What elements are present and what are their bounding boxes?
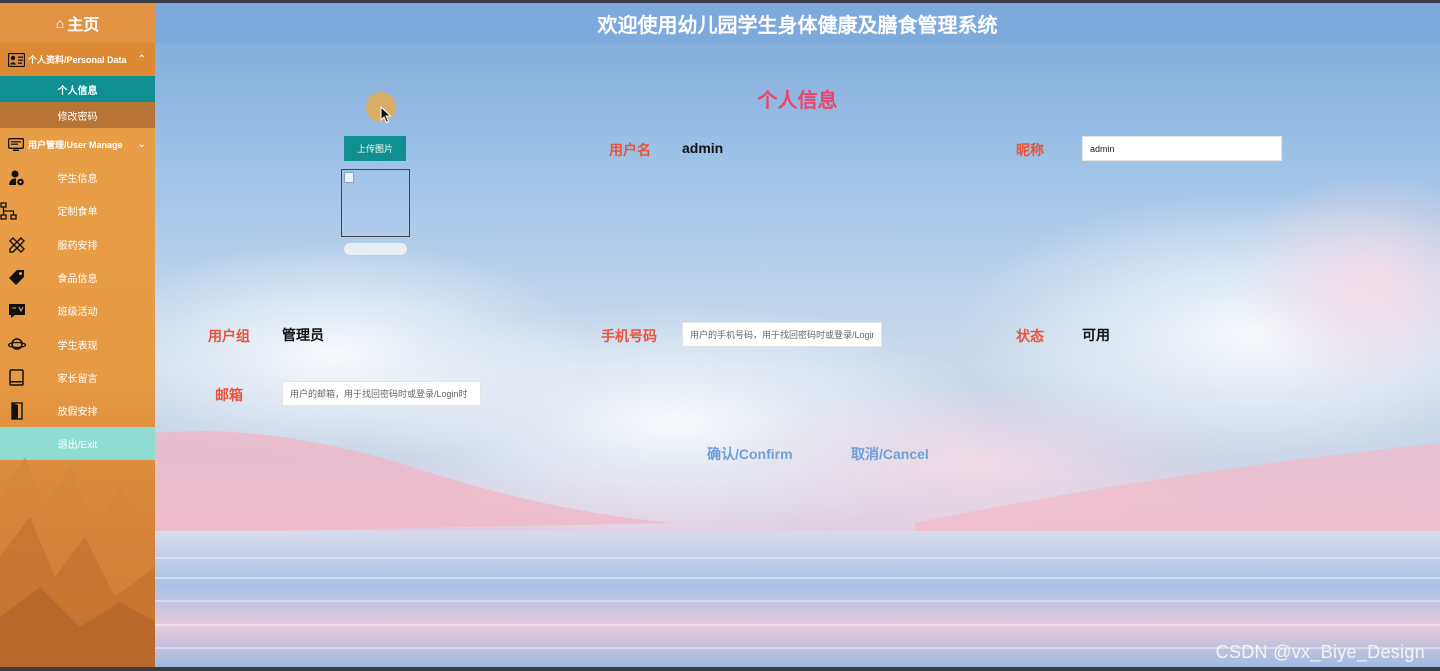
app-title: 欢迎使用幼儿园学生身体健康及膳食管理系统 xyxy=(597,14,998,37)
home-link[interactable]: ⌂ 主页 xyxy=(0,3,155,43)
planet-icon xyxy=(8,338,26,351)
mouse-cursor-icon xyxy=(380,106,392,124)
menu-user-manage[interactable]: 用户管理/User Manage ⌄ xyxy=(0,128,155,161)
sidebar-item-custom-menu[interactable]: 定制食单 xyxy=(0,194,155,227)
id-card-icon xyxy=(8,52,26,68)
bottom-border xyxy=(0,667,1440,671)
status-label: 状态 xyxy=(1016,328,1044,344)
email-input[interactable] xyxy=(282,381,481,406)
cancel-button[interactable]: 取消/Cancel xyxy=(851,444,929,464)
sitemap-icon xyxy=(0,202,17,220)
nickname-input[interactable] xyxy=(1082,136,1282,161)
chevron-up-icon: ⌃ xyxy=(137,54,146,65)
sidebar: ⌂ 主页 个人资料/Personal Data ⌃ 个人信息 修改密码 用户管理… xyxy=(0,3,155,667)
avatar-preview xyxy=(341,169,410,237)
sidebar-item-holiday[interactable]: 放假安排 xyxy=(0,394,155,427)
status-value: 可用 xyxy=(1082,327,1110,343)
confirm-button[interactable]: 确认/Confirm xyxy=(707,444,793,464)
phone-label: 手机号码 xyxy=(601,328,657,344)
sidebar-item-label: 修改密码 xyxy=(57,111,98,123)
sidebar-item-change-password[interactable]: 修改密码 xyxy=(0,102,155,128)
app-header: 欢迎使用幼儿园学生身体健康及膳食管理系统 xyxy=(155,3,1440,43)
sidebar-item-parent-message[interactable]: 家长留言 xyxy=(0,361,155,394)
menu-personal-data-label: 个人资料/Personal Data xyxy=(28,55,127,65)
tag-icon xyxy=(9,269,24,285)
chevron-down-icon: ⌄ xyxy=(137,139,146,150)
username-value: admin xyxy=(682,140,724,156)
monitor-icon xyxy=(8,137,26,153)
user-group-value: 管理员 xyxy=(282,327,324,343)
user-gear-icon xyxy=(9,170,24,186)
sidebar-mountain-decoration xyxy=(0,457,155,667)
watermark: CSDN @vx_Biye_Design xyxy=(1215,642,1425,662)
door-icon xyxy=(11,402,23,420)
pencil-ruler-icon xyxy=(9,236,25,253)
page-title: 个人信息 xyxy=(757,90,838,112)
menu-personal-data[interactable]: 个人资料/Personal Data ⌃ xyxy=(0,43,155,76)
broken-image-icon xyxy=(344,172,354,183)
email-label: 邮箱 xyxy=(215,387,243,403)
username-label: 用户名 xyxy=(609,142,651,158)
main-content: 欢迎使用幼儿园学生身体健康及膳食管理系统 个人信息 上传图片 用户名 admin… xyxy=(155,3,1440,667)
home-icon: ⌂ xyxy=(55,15,65,31)
avatar-progress-bar xyxy=(344,243,407,255)
sidebar-item-personal-info[interactable]: 个人信息 xyxy=(0,76,155,102)
sidebar-item-student-info[interactable]: 学生信息 xyxy=(0,161,155,194)
nickname-label: 昵称 xyxy=(1016,142,1044,158)
sidebar-item-label: 个人信息 xyxy=(57,85,98,97)
sidebar-item-food-info[interactable]: 食品信息 xyxy=(0,261,155,294)
sidebar-item-class-activity[interactable]: 班级活动 xyxy=(0,294,155,327)
book-icon xyxy=(9,369,24,386)
chat-icon xyxy=(9,304,25,319)
sidebar-item-student-performance[interactable]: 学生表现 xyxy=(0,327,155,360)
phone-input[interactable] xyxy=(682,322,882,347)
home-label: 主页 xyxy=(67,17,100,34)
user-group-label: 用户组 xyxy=(208,328,250,344)
sidebar-item-medication[interactable]: 服药安排 xyxy=(0,228,155,261)
upload-image-button[interactable]: 上传图片 xyxy=(344,136,406,161)
sidebar-item-label: 定制食单 xyxy=(57,207,98,219)
menu-user-manage-label: 用户管理/User Manage xyxy=(28,140,123,150)
